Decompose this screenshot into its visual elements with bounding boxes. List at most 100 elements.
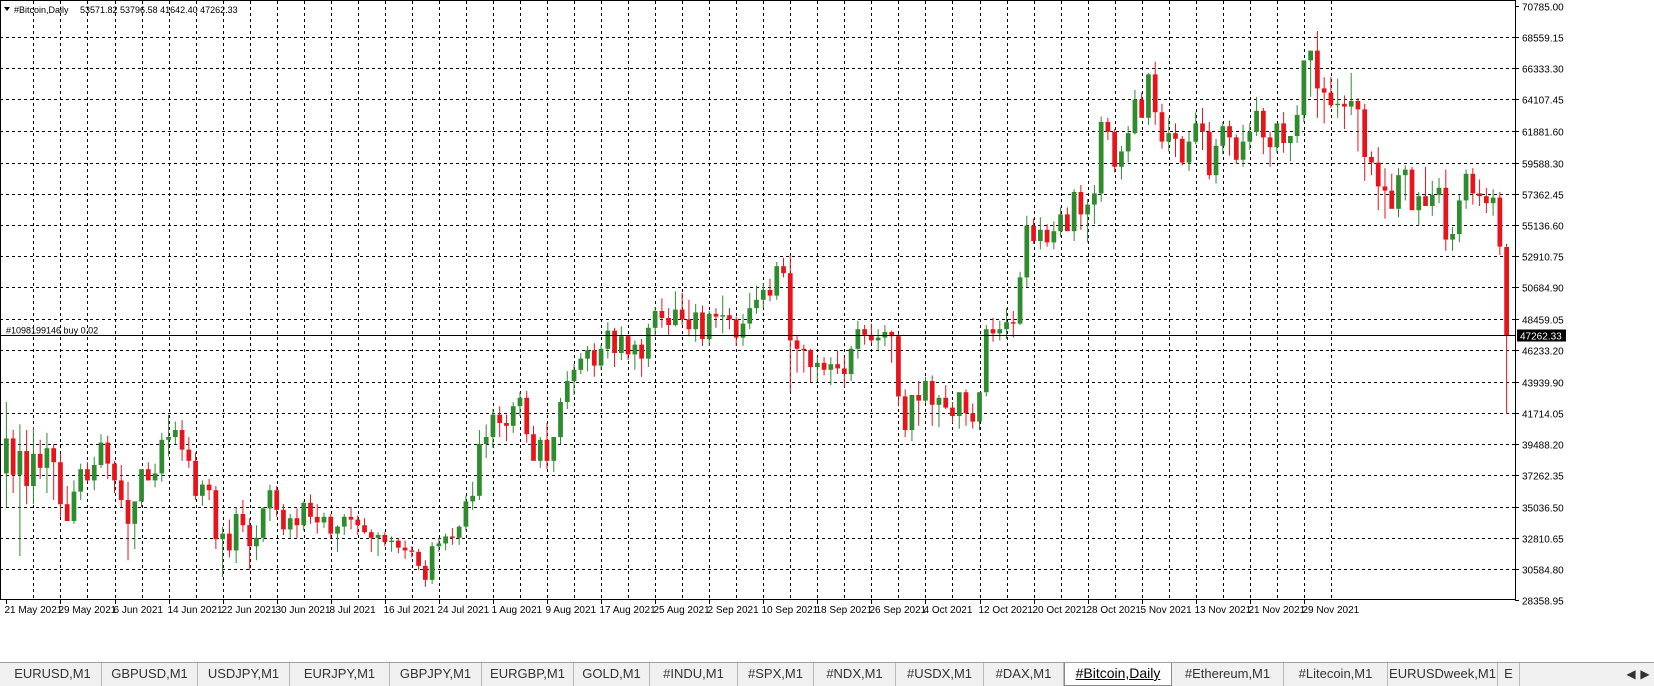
chart-tabs-bar: EURUSD,M1 GBPUSD,M1 USDJPY,M1 EURJPY,M1 GBPJ… bbox=[0, 662, 1654, 686]
candle-body bbox=[1301, 60, 1307, 115]
candle-body bbox=[977, 392, 982, 422]
candle-body bbox=[1288, 135, 1293, 143]
candle-body bbox=[1267, 137, 1273, 148]
candle-body bbox=[17, 451, 23, 475]
x-tick-label: 29 May 2021 bbox=[59, 605, 117, 616]
candle-body bbox=[997, 329, 1003, 334]
tab-e[interactable]: E bbox=[1498, 663, 1520, 686]
candle-body bbox=[1139, 99, 1145, 118]
candle-body bbox=[747, 308, 753, 324]
candle-body bbox=[1497, 197, 1503, 247]
candle-body bbox=[1112, 131, 1118, 167]
candle-body bbox=[1348, 100, 1354, 107]
candle-body bbox=[1294, 114, 1300, 136]
tab-usdjpy-m1[interactable]: USDJPY,M1 bbox=[198, 663, 290, 686]
candle-body bbox=[308, 502, 313, 517]
candle-body bbox=[814, 362, 820, 368]
x-tick-label: 29 Nov 2021 bbox=[1303, 605, 1360, 616]
candle-body bbox=[112, 463, 117, 481]
candle-body bbox=[517, 397, 523, 407]
candle-body bbox=[841, 368, 847, 375]
candle-body bbox=[923, 381, 928, 401]
candle-body bbox=[1132, 99, 1138, 134]
candle-body bbox=[355, 519, 361, 526]
tab-eurusdweek-m1[interactable]: EURUSDweek,M1 bbox=[1388, 663, 1498, 686]
candle-body bbox=[679, 309, 685, 320]
candle-body bbox=[1315, 50, 1320, 89]
candle-body bbox=[612, 330, 617, 354]
candle-body bbox=[855, 329, 861, 349]
tab-scroll-right-icon[interactable]: ▶ bbox=[1638, 665, 1652, 683]
candle-body bbox=[37, 453, 43, 468]
candle-body bbox=[936, 397, 942, 405]
candle-body bbox=[760, 290, 766, 300]
current-price-label: 47262.33 bbox=[1520, 332, 1562, 343]
candle-body bbox=[639, 344, 644, 359]
x-tick-label: 20 Oct 2021 bbox=[1033, 605, 1088, 616]
candle-body bbox=[362, 525, 367, 533]
candle-body bbox=[179, 430, 185, 450]
candle-body bbox=[835, 364, 840, 369]
candle-body bbox=[166, 437, 171, 440]
x-tick-label: 21 Nov 2021 bbox=[1249, 605, 1306, 616]
y-tick-label: 28358.95 bbox=[1522, 597, 1564, 608]
candle-body bbox=[1193, 123, 1199, 142]
candle-body bbox=[10, 438, 16, 475]
candle-body bbox=[368, 532, 374, 538]
candle-body bbox=[1260, 110, 1266, 138]
candle-body bbox=[31, 453, 36, 487]
candle-body bbox=[389, 540, 394, 543]
candle-body bbox=[1477, 193, 1482, 197]
tab-dax-m1[interactable]: #DAX,M1 bbox=[984, 663, 1064, 686]
candle-body bbox=[801, 348, 807, 351]
candle-body bbox=[1335, 103, 1341, 106]
tab-spx-m1[interactable]: #SPX,M1 bbox=[738, 663, 814, 686]
tab-eurjpy-m1[interactable]: EURJPY,M1 bbox=[290, 663, 390, 686]
candle-body bbox=[450, 536, 455, 538]
tab-indu-m1[interactable]: #INDU,M1 bbox=[650, 663, 738, 686]
candle-body bbox=[1328, 92, 1334, 106]
tab-gbpjpy-m1[interactable]: GBPJPY,M1 bbox=[390, 663, 482, 686]
tab-litecoin-m1[interactable]: #Litecoin,M1 bbox=[1284, 663, 1388, 686]
tab-bitcoin-daily[interactable]: #Bitcoin,Daily bbox=[1064, 663, 1172, 686]
candle-body bbox=[159, 439, 165, 474]
y-tick-label: 39488.20 bbox=[1522, 441, 1564, 452]
candle-body bbox=[463, 501, 469, 527]
candlestick-chart[interactable]: 70785.00 68559.15 66333.30 64107.45 61881.60… bbox=[0, 0, 1654, 662]
candle-body bbox=[1470, 173, 1476, 194]
candle-body bbox=[693, 312, 699, 330]
candle-body bbox=[875, 337, 881, 341]
candle-body bbox=[152, 473, 158, 481]
tab-usdx-m1[interactable]: #USDX,M1 bbox=[896, 663, 984, 686]
tab-ethereum-m1[interactable]: #Ethereum,M1 bbox=[1172, 663, 1284, 686]
candle-body bbox=[1064, 214, 1070, 232]
tab-gold-m1[interactable]: GOLD,M1 bbox=[574, 663, 650, 686]
candle-body bbox=[1146, 74, 1151, 118]
candle-body bbox=[382, 535, 388, 543]
candle-body bbox=[1037, 229, 1043, 242]
candle-body bbox=[341, 516, 347, 527]
tab-scroll-left-icon[interactable]: ◀ bbox=[1624, 665, 1638, 683]
candle-body bbox=[727, 315, 732, 320]
candle-body bbox=[1200, 123, 1205, 132]
chart-area[interactable]: 70785.00 68559.15 66333.30 64107.45 61881.60… bbox=[0, 0, 1654, 662]
y-tick-label: 68559.15 bbox=[1522, 34, 1564, 45]
tab-gbpusd-m1[interactable]: GBPUSD,M1 bbox=[102, 663, 198, 686]
candle-body bbox=[551, 437, 557, 461]
candle-body bbox=[787, 273, 793, 341]
y-tick-label: 43939.90 bbox=[1522, 379, 1564, 390]
candle-body bbox=[1010, 322, 1016, 324]
y-tick-label: 61881.60 bbox=[1522, 128, 1564, 139]
candle-body bbox=[78, 469, 84, 492]
candle-body bbox=[571, 369, 577, 382]
tab-eurgbp-m1[interactable]: EURGBP,M1 bbox=[482, 663, 574, 686]
candle-body bbox=[490, 414, 496, 438]
tab-ndx-m1[interactable]: #NDX,M1 bbox=[814, 663, 896, 686]
candle-body bbox=[1321, 88, 1327, 93]
candle-body bbox=[1375, 162, 1381, 187]
candle-body bbox=[51, 448, 57, 463]
candle-body bbox=[206, 484, 212, 491]
x-tick-label: 4 Oct 2021 bbox=[924, 605, 973, 616]
candle-body bbox=[409, 550, 415, 552]
tab-eurusd-m1[interactable]: EURUSD,M1 bbox=[4, 663, 102, 686]
